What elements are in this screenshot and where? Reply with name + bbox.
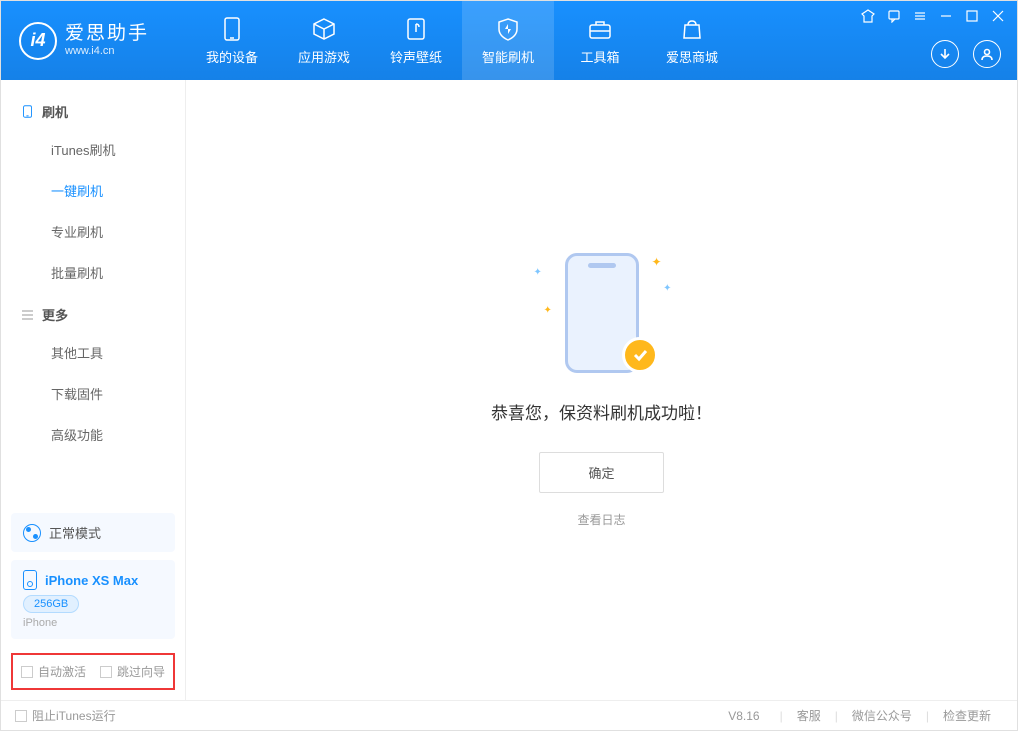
success-illustration: ✦ ✦ ✦ ✦ — [532, 253, 672, 373]
menu-icon[interactable] — [911, 7, 929, 25]
sidebar-item-pro[interactable]: 专业刷机 — [1, 211, 185, 252]
sidebar-item-other[interactable]: 其他工具 — [1, 332, 185, 373]
sparkle-icon: ✦ — [544, 305, 552, 316]
ok-button[interactable]: 确定 — [539, 452, 663, 493]
mode-box[interactable]: 正常模式 — [11, 513, 175, 552]
nav-ringtones[interactable]: 铃声壁纸 — [370, 1, 462, 80]
nav-label: 工具箱 — [580, 47, 619, 66]
sidebar: 刷机 iTunes刷机 一键刷机 专业刷机 批量刷机 更多 其他工具 下载固件 … — [1, 80, 186, 700]
phone-icon — [218, 15, 246, 43]
sidebar-item-itunes[interactable]: iTunes刷机 — [1, 129, 185, 170]
device-name: iPhone XS Max — [45, 573, 138, 588]
nav-label: 我的设备 — [206, 47, 258, 66]
footer-left: 阻止iTunes运行 — [15, 707, 116, 724]
group-label: 更多 — [42, 305, 68, 324]
briefcase-icon — [586, 15, 614, 43]
skin-icon[interactable] — [859, 7, 877, 25]
nav-toolbox[interactable]: 工具箱 — [554, 1, 646, 80]
shield-icon — [494, 15, 522, 43]
top-nav: 我的设备 应用游戏 铃声壁纸 智能刷机 工具箱 爱思商城 — [186, 1, 738, 80]
support-link[interactable]: 客服 — [785, 707, 833, 724]
nav-label: 铃声壁纸 — [390, 47, 442, 66]
success-message: 恭喜您，保资料刷机成功啦！ — [491, 399, 712, 424]
mode-label: 正常模式 — [49, 523, 101, 542]
phone-top: iPhone XS Max — [23, 570, 163, 590]
checkbox-icon — [100, 666, 112, 678]
checkbox-label: 阻止iTunes运行 — [32, 707, 116, 724]
user-button[interactable] — [973, 40, 1001, 68]
view-log-link[interactable]: 查看日志 — [577, 511, 625, 528]
sidebar-scroll: 刷机 iTunes刷机 一键刷机 专业刷机 批量刷机 更多 其他工具 下载固件 … — [1, 80, 185, 505]
app-title: 爱思助手 — [65, 24, 149, 45]
music-icon — [402, 15, 430, 43]
separator: | — [926, 709, 929, 723]
wechat-link[interactable]: 微信公众号 — [840, 707, 924, 724]
cube-icon — [310, 15, 338, 43]
sidebar-item-batch[interactable]: 批量刷机 — [1, 252, 185, 293]
check-badge-icon — [622, 337, 658, 373]
checkbox-icon — [15, 710, 27, 722]
device-panel: 正常模式 iPhone XS Max 256GB iPhone — [11, 513, 175, 639]
sidebar-group-more: 更多 — [1, 293, 185, 332]
logo-area: i4 爱思助手 www.i4.cn — [1, 22, 186, 60]
phone-small-icon — [23, 570, 37, 590]
version-label: V8.16 — [728, 709, 759, 723]
device-icon — [21, 105, 34, 118]
sparkle-icon: ✦ — [651, 255, 661, 269]
nav-label: 爱思商城 — [666, 47, 718, 66]
checkbox-icon — [21, 666, 33, 678]
list-icon — [21, 308, 34, 321]
download-button[interactable] — [931, 40, 959, 68]
checkbox-block-itunes[interactable]: 阻止iTunes运行 — [15, 707, 116, 724]
nav-label: 智能刷机 — [482, 47, 534, 66]
app-subtitle: www.i4.cn — [65, 45, 149, 57]
maximize-button[interactable] — [963, 7, 981, 25]
sidebar-item-firmware[interactable]: 下载固件 — [1, 373, 185, 414]
sidebar-item-onekey[interactable]: 一键刷机 — [1, 170, 185, 211]
footer: 阻止iTunes运行 V8.16 | 客服 | 微信公众号 | 检查更新 — [1, 700, 1017, 730]
logo-text: 爱思助手 www.i4.cn — [65, 24, 149, 57]
options-box: 自动激活 跳过向导 — [11, 653, 175, 690]
nav-label: 应用游戏 — [298, 47, 350, 66]
checkbox-skip-guide[interactable]: 跳过向导 — [100, 663, 165, 680]
checkbox-label: 跳过向导 — [117, 663, 165, 680]
separator: | — [780, 709, 783, 723]
main-content: ✦ ✦ ✦ ✦ 恭喜您，保资料刷机成功啦！ 确定 查看日志 — [186, 80, 1017, 700]
body: 刷机 iTunes刷机 一键刷机 专业刷机 批量刷机 更多 其他工具 下载固件 … — [1, 80, 1017, 700]
sparkle-icon: ✦ — [534, 267, 542, 278]
sparkle-icon: ✦ — [663, 283, 671, 294]
update-link[interactable]: 检查更新 — [931, 707, 1003, 724]
bag-icon — [678, 15, 706, 43]
sidebar-group-flash: 刷机 — [1, 90, 185, 129]
window-controls — [859, 7, 1007, 25]
separator: | — [835, 709, 838, 723]
group-label: 刷机 — [42, 102, 68, 121]
logo-icon: i4 — [19, 22, 57, 60]
checkbox-auto-activate[interactable]: 自动激活 — [21, 663, 86, 680]
footer-right: V8.16 | 客服 | 微信公众号 | 检查更新 — [728, 707, 1003, 724]
phone-box[interactable]: iPhone XS Max 256GB iPhone — [11, 560, 175, 639]
header-action-circles — [931, 40, 1001, 68]
sidebar-item-advanced[interactable]: 高级功能 — [1, 414, 185, 455]
feedback-icon[interactable] — [885, 7, 903, 25]
close-button[interactable] — [989, 7, 1007, 25]
nav-flash[interactable]: 智能刷机 — [462, 1, 554, 80]
header: i4 爱思助手 www.i4.cn 我的设备 应用游戏 铃声壁纸 智能刷机 工具… — [1, 1, 1017, 80]
checkbox-label: 自动激活 — [38, 663, 86, 680]
nav-store[interactable]: 爱思商城 — [646, 1, 738, 80]
device-capacity: 256GB — [23, 595, 79, 613]
device-type: iPhone — [23, 617, 163, 629]
nav-apps[interactable]: 应用游戏 — [278, 1, 370, 80]
minimize-button[interactable] — [937, 7, 955, 25]
nav-my-device[interactable]: 我的设备 — [186, 1, 278, 80]
mode-icon — [23, 524, 41, 542]
